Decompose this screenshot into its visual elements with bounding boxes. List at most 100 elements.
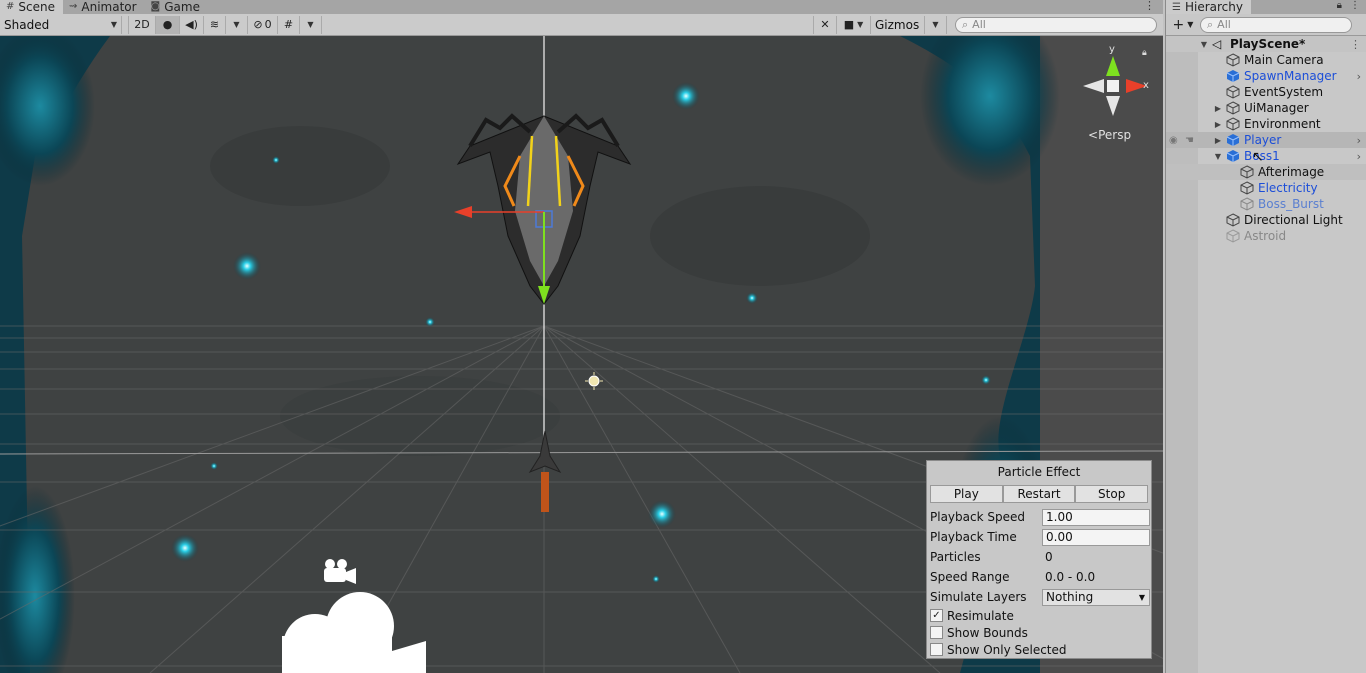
lock-icon[interactable]: 🔒︎ bbox=[1337, 0, 1342, 11]
resimulate-checkbox[interactable]: ✓ Resimulate bbox=[927, 607, 1151, 624]
grid-dropdown[interactable]: ▼ bbox=[300, 15, 322, 34]
chevron-down-icon: ▼ bbox=[1138, 592, 1145, 602]
chevron-right-icon[interactable]: › bbox=[1357, 134, 1361, 147]
chevron-right-icon[interactable]: › bbox=[1357, 70, 1361, 83]
hierarchy-item-astroid[interactable]: Astroid bbox=[1166, 228, 1366, 244]
hierarchy-search-input[interactable]: ⌕ All bbox=[1200, 16, 1352, 33]
lightbulb-icon: ● bbox=[162, 18, 173, 31]
kebab-menu-icon[interactable]: ⋮ bbox=[1350, 38, 1361, 51]
gizmos-button[interactable]: Gizmos bbox=[871, 15, 925, 34]
tab-animator[interactable]: ⇝ Animator bbox=[63, 0, 145, 14]
playback-time-field[interactable]: 0.00 bbox=[1042, 528, 1150, 546]
play-button[interactable]: Play bbox=[930, 485, 1003, 503]
gizmos-dropdown[interactable]: ▼ bbox=[925, 15, 947, 34]
camera-settings-button[interactable]: ■ ▼ bbox=[837, 15, 871, 34]
chevron-down-icon: ▼ bbox=[932, 20, 939, 29]
scene-root-row[interactable]: ▼ ◁ PlayScene* ⋮ bbox=[1166, 36, 1366, 52]
chevron-right-icon[interactable]: › bbox=[1357, 150, 1361, 163]
pickable-hand-icon[interactable]: ☚ bbox=[1185, 135, 1194, 146]
2d-toggle-button[interactable]: 2D bbox=[128, 15, 156, 34]
hierarchy-item-event-system[interactable]: EventSystem bbox=[1166, 84, 1366, 100]
item-label: SpawnManager bbox=[1244, 69, 1337, 83]
hierarchy-item-ui-manager[interactable]: ▶ UiManager bbox=[1166, 100, 1366, 116]
kebab-menu-icon[interactable]: ⋮ bbox=[1144, 0, 1155, 12]
tab-game[interactable]: ◙ Game bbox=[145, 0, 208, 14]
visibility-eye-icon[interactable]: ◉ bbox=[1169, 135, 1178, 146]
tab-label: Animator bbox=[81, 0, 137, 14]
hierarchy-item-player[interactable]: ◉ ☚ ▶ Player › bbox=[1166, 132, 1366, 148]
search-placeholder: All bbox=[1217, 18, 1231, 31]
hidden-count: 0 bbox=[264, 18, 272, 31]
gameobject-cube-icon bbox=[1226, 53, 1240, 67]
gizmos-label: Gizmos bbox=[875, 17, 920, 32]
animator-icon: ⇝ bbox=[68, 1, 78, 12]
mouse-cursor-icon: ↖ bbox=[1252, 149, 1264, 165]
plus-icon: + bbox=[1172, 16, 1185, 33]
tools-button[interactable]: ✕ bbox=[813, 15, 837, 34]
lock-icon[interactable]: 🔒︎ bbox=[1142, 48, 1147, 58]
checkbox-empty-icon bbox=[930, 643, 943, 656]
prefab-cube-icon bbox=[1226, 70, 1240, 82]
hierarchy-toolbar: + ▼ ⌕ All bbox=[1166, 14, 1366, 36]
particle-effect-panel: Particle Effect Play Restart Stop Playba… bbox=[926, 460, 1152, 659]
hierarchy-item-directional-light[interactable]: Directional Light bbox=[1166, 212, 1366, 228]
speaker-icon: ◀) bbox=[185, 18, 198, 31]
effects-dropdown[interactable]: ▼ bbox=[226, 15, 248, 34]
search-icon: ⌕ bbox=[962, 17, 969, 31]
item-label: Player bbox=[1244, 133, 1282, 147]
audio-toggle-button[interactable]: ◀) bbox=[180, 15, 204, 34]
simulate-layers-dropdown[interactable]: Nothing ▼ bbox=[1042, 588, 1150, 606]
hierarchy-item-afterimage[interactable]: Afterimage bbox=[1166, 164, 1366, 180]
tab-label: Game bbox=[164, 0, 200, 14]
speed-range-label: Speed Range bbox=[930, 570, 1010, 584]
chevron-down-icon: ▼ bbox=[233, 20, 240, 29]
hierarchy-item-spawn-manager[interactable]: SpawnManager › bbox=[1166, 68, 1366, 84]
show-only-selected-label: Show Only Selected bbox=[947, 642, 1067, 657]
hierarchy-item-environment[interactable]: ▶ Environment bbox=[1166, 116, 1366, 132]
restart-button[interactable]: Restart bbox=[1002, 485, 1076, 503]
chevron-down-icon: ▼ bbox=[110, 20, 117, 29]
item-label: Main Camera bbox=[1244, 53, 1324, 67]
gameobject-cube-icon bbox=[1240, 165, 1254, 179]
item-label: EventSystem bbox=[1244, 85, 1324, 99]
lighting-toggle-button[interactable]: ● bbox=[156, 15, 180, 34]
expand-arrow-icon[interactable]: ▼ bbox=[1199, 40, 1209, 49]
collapsed-arrow-icon[interactable]: ▶ bbox=[1213, 120, 1223, 129]
gameobject-cube-icon bbox=[1226, 85, 1240, 99]
unity-editor: # Scene ⇝ Animator ◙ Game ⋮ Shaded ▼ 2D … bbox=[0, 0, 1366, 673]
scene-name: PlayScene* bbox=[1230, 37, 1306, 51]
scene-search-input[interactable]: ⌕ All bbox=[955, 16, 1157, 33]
perspective-icon: < bbox=[1088, 128, 1099, 142]
item-label: Electricity bbox=[1258, 181, 1318, 195]
scene-viewport[interactable]: y x 🔒︎ <Persp Particle Effect Play Resta… bbox=[0, 36, 1163, 673]
item-label: Astroid bbox=[1244, 229, 1287, 243]
hierarchy-tab-icons: 🔒︎ ⋮ bbox=[1337, 0, 1360, 11]
search-placeholder: All bbox=[972, 18, 986, 31]
playback-speed-field[interactable]: 1.00 bbox=[1042, 508, 1150, 526]
kebab-menu-icon[interactable]: ⋮ bbox=[1350, 0, 1360, 11]
show-bounds-checkbox[interactable]: Show Bounds bbox=[927, 624, 1151, 641]
simulate-layers-label: Simulate Layers bbox=[930, 590, 1027, 604]
stop-button[interactable]: Stop bbox=[1075, 485, 1149, 503]
chevron-down-icon: ▼ bbox=[1187, 20, 1194, 29]
projection-toggle[interactable]: <Persp bbox=[1088, 128, 1131, 142]
hierarchy-item-boss1[interactable]: ▼ Boss1 › ↖ bbox=[1166, 148, 1366, 165]
item-label: Directional Light bbox=[1244, 213, 1343, 227]
shading-mode-dropdown[interactable]: Shaded ▼ bbox=[0, 15, 122, 34]
effects-toggle-button[interactable]: ≋ bbox=[204, 15, 226, 34]
show-only-selected-checkbox[interactable]: Show Only Selected bbox=[927, 641, 1151, 658]
collapsed-arrow-icon[interactable]: ▶ bbox=[1213, 136, 1223, 145]
gameobject-cube-icon bbox=[1226, 229, 1240, 243]
scene-visibility-button[interactable]: ⊘ 0 bbox=[248, 15, 278, 34]
hierarchy-item-electricity[interactable]: Electricity bbox=[1166, 180, 1366, 196]
collapsed-arrow-icon[interactable]: ▶ bbox=[1213, 104, 1223, 113]
tab-scene[interactable]: # Scene bbox=[0, 0, 63, 14]
hierarchy-item-boss-burst[interactable]: Boss_Burst bbox=[1166, 196, 1366, 212]
grid-toggle-button[interactable]: # bbox=[278, 15, 300, 34]
tab-hierarchy[interactable]: ☰ Hierarchy bbox=[1166, 0, 1251, 14]
create-button[interactable]: + ▼ bbox=[1166, 16, 1200, 34]
hierarchy-item-main-camera[interactable]: Main Camera bbox=[1166, 52, 1366, 68]
expand-arrow-icon[interactable]: ▼ bbox=[1213, 152, 1223, 161]
tab-label: Hierarchy bbox=[1184, 0, 1243, 14]
playback-speed-label: Playback Speed bbox=[930, 510, 1025, 524]
